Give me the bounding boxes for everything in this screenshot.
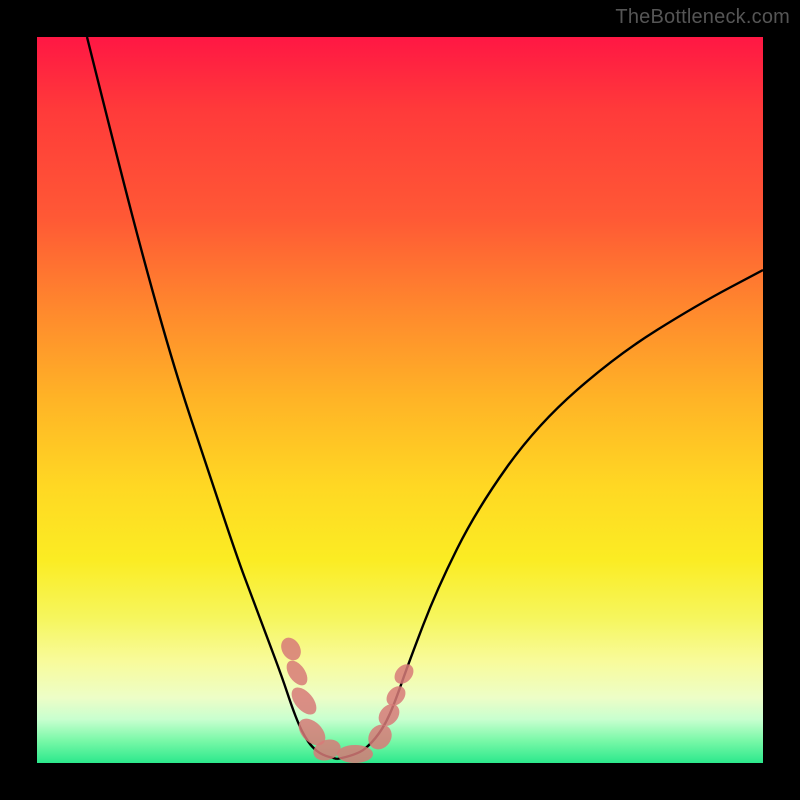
outer-frame: TheBottleneck.com [0, 0, 800, 800]
curve-right-branch [337, 270, 763, 759]
marker-group [277, 634, 417, 763]
data-marker [287, 683, 321, 719]
data-marker [282, 657, 311, 689]
plot-area [37, 37, 763, 763]
chart-svg [37, 37, 763, 763]
data-marker [277, 634, 305, 664]
watermark-label: TheBottleneck.com [615, 6, 790, 29]
data-marker [337, 745, 373, 763]
data-marker [391, 660, 418, 687]
curve-group [87, 37, 763, 759]
